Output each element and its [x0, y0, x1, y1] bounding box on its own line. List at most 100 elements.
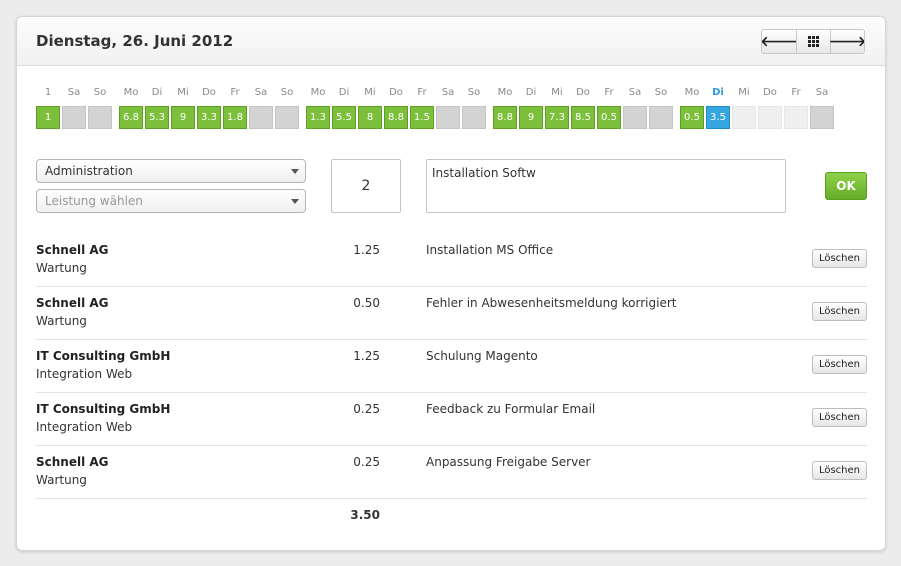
calendar-day-label: Mi: [738, 87, 750, 98]
project-select-value: Administration: [45, 164, 133, 178]
calendar-day-label: Sa: [628, 87, 642, 98]
calendar-day-label: Sa: [815, 87, 829, 98]
calendar-day-label: Fr: [791, 87, 801, 98]
calendar-day-cell[interactable]: 9: [519, 106, 543, 129]
calendar-day-label: Mi: [177, 87, 189, 98]
calendar-day-cell[interactable]: [275, 106, 299, 129]
table-row: Schnell AG Wartung 1.25 Installation MS Off…: [36, 234, 867, 287]
calendar-day-cell[interactable]: 3.5: [706, 106, 730, 129]
calendar-day-cell[interactable]: 7.3: [545, 106, 569, 129]
calendar-day-cell[interactable]: 8: [358, 106, 382, 129]
entry-hours: 1.25: [353, 349, 380, 363]
calendar-day-label: So: [467, 87, 481, 98]
calendar-day-cell[interactable]: 1.8: [223, 106, 247, 129]
entry-hours: 0.25: [353, 455, 380, 469]
entry-hours: 0.50: [353, 296, 380, 310]
calendar-day-cell[interactable]: [88, 106, 112, 129]
entry-service: Wartung: [36, 261, 87, 275]
entry-hours: 1.25: [353, 243, 380, 257]
calendar-day-label: Mo: [684, 87, 700, 98]
entry-service: Integration Web: [36, 367, 133, 381]
calendar-day-cell[interactable]: 6.8: [119, 106, 143, 129]
ok-button[interactable]: OK: [825, 172, 867, 200]
calendar-day-cell[interactable]: [62, 106, 86, 129]
calendar-day-label: Di: [712, 87, 724, 98]
table-row: IT Consulting GmbH Integration Web 1.25 Sch…: [36, 340, 867, 393]
delete-button[interactable]: Löschen: [811, 302, 867, 321]
calendar-day-label: Sa: [441, 87, 455, 98]
calendar-day-cell[interactable]: 5.3: [145, 106, 169, 129]
arrow-right-icon: 🡒: [828, 34, 865, 50]
delete-button[interactable]: Löschen: [811, 461, 867, 480]
calendar-day-label: So: [93, 87, 107, 98]
calendar-day-label: Do: [576, 87, 590, 98]
calendar-day-cell[interactable]: 5.5: [332, 106, 356, 129]
hours-input[interactable]: [331, 159, 401, 213]
calendar-day-cell[interactable]: [623, 106, 647, 129]
entry-description: Fehler in Abwesenheitsmeldung korrigiert: [426, 296, 677, 310]
delete-button[interactable]: Löschen: [811, 355, 867, 374]
time-tracking-panel: Dienstag, 26. Juni 2012 🡐 🡒 1 1 Sa So Mo 6.8 D…: [16, 16, 886, 551]
service-select[interactable]: Leistung wählen: [36, 189, 306, 213]
calendar-day-label: 1: [44, 87, 52, 98]
total-hours: 3.50: [350, 508, 380, 522]
description-input[interactable]: [426, 159, 786, 213]
table-row: Schnell AG Wartung 0.25 Anpassung Freigabe …: [36, 446, 867, 499]
calendar-day-cell[interactable]: 0.5: [680, 106, 704, 129]
calendar-day-cell[interactable]: 8.8: [493, 106, 517, 129]
page-title: Dienstag, 26. Juni 2012: [36, 32, 234, 50]
calendar-day-label: Di: [338, 87, 350, 98]
entry-hours: 0.25: [353, 402, 380, 416]
entry-company: IT Consulting GmbH: [36, 402, 171, 416]
prev-day-button[interactable]: 🡐: [762, 30, 798, 53]
calendar-day-cell[interactable]: 8.5: [571, 106, 595, 129]
grid-icon: [808, 36, 819, 47]
calendar-day-label: So: [654, 87, 668, 98]
entry-service: Wartung: [36, 473, 87, 487]
calendar-day-cell[interactable]: [462, 106, 486, 129]
calendar-day-label: Mo: [497, 87, 513, 98]
calendar-day-label: Mo: [310, 87, 326, 98]
calendar-day-cell[interactable]: [784, 106, 808, 129]
calendar-day-label: Sa: [67, 87, 81, 98]
delete-button[interactable]: Löschen: [811, 249, 867, 268]
calendar-day-cell[interactable]: 3.3: [197, 106, 221, 129]
calendar-day-cell[interactable]: 9: [171, 106, 195, 129]
calendar-day-label: Sa: [254, 87, 268, 98]
panel-header: Dienstag, 26. Juni 2012 🡐 🡒: [17, 17, 885, 66]
delete-button[interactable]: Löschen: [811, 408, 867, 427]
calendar-day-cell[interactable]: 8.8: [384, 106, 408, 129]
project-select[interactable]: Administration: [36, 159, 306, 183]
calendar-day-cell[interactable]: [732, 106, 756, 129]
calendar-day-cell[interactable]: [436, 106, 460, 129]
service-select-placeholder: Leistung wählen: [45, 194, 143, 208]
calendar-day-label: Di: [151, 87, 163, 98]
calendar-day-label: Di: [525, 87, 537, 98]
calendar-day-label: So: [280, 87, 294, 98]
entry-description: Schulung Magento: [426, 349, 538, 363]
calendar-day-cell[interactable]: 1.3: [306, 106, 330, 129]
calendar-view-button[interactable]: [796, 30, 830, 53]
calendar-day-label: Fr: [230, 87, 240, 98]
entry-description: Installation MS Office: [426, 243, 554, 257]
calendar-day-cell[interactable]: [249, 106, 273, 129]
next-day-button[interactable]: 🡒: [828, 30, 865, 53]
calendar-day-cell[interactable]: 1.5: [410, 106, 434, 129]
entry-service: Wartung: [36, 314, 87, 328]
chevron-down-icon: [291, 169, 299, 174]
date-navigation: 🡐 🡒: [761, 29, 865, 54]
entry-list: Schnell AG Wartung 1.25 Installation MS Off…: [36, 234, 867, 499]
calendar-day-cell[interactable]: [810, 106, 834, 129]
calendar-day-label: Mo: [123, 87, 139, 98]
calendar-day-cell[interactable]: 0.5: [597, 106, 621, 129]
calendar-day-label: Do: [202, 87, 216, 98]
calendar-day-cell[interactable]: 1: [36, 106, 60, 129]
calendar-day-label: Do: [763, 87, 777, 98]
calendar-day-label: Do: [389, 87, 403, 98]
entry-description: Feedback zu Formular Email: [426, 402, 596, 416]
month-calendar-strip: 1 1 Sa So Mo 6.8 Di 5.3 Mi 9 Do 3.3 Fr 1.8 Sa So Mo 1.3 Di…: [36, 87, 856, 131]
calendar-day-cell[interactable]: [758, 106, 782, 129]
calendar-day-label: Fr: [417, 87, 427, 98]
entry-description: Anpassung Freigabe Server: [426, 455, 591, 469]
calendar-day-cell[interactable]: [649, 106, 673, 129]
